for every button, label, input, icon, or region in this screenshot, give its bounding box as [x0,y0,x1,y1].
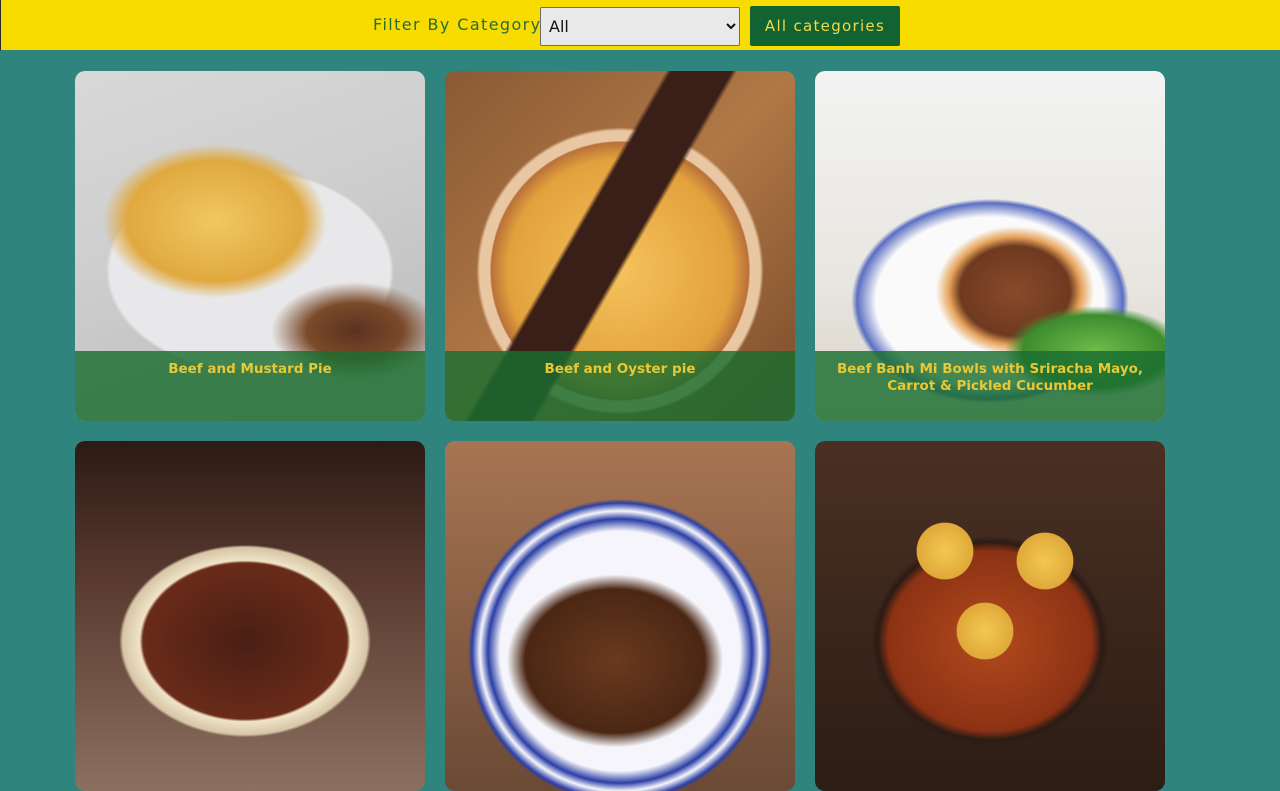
all-categories-button[interactable]: All categories [750,6,900,46]
meal-image [75,441,425,791]
meal-image [815,441,1165,791]
meal-card[interactable]: Beef Banh Mi Bowls with Sriracha Mayo, C… [815,71,1165,421]
meal-card[interactable] [815,441,1165,791]
meal-card[interactable] [75,441,425,791]
meal-title: Beef and Oyster pie [445,351,795,421]
meal-title: Beef Banh Mi Bowls with Sriracha Mayo, C… [815,351,1165,421]
meal-title: Beef and Mustard Pie [75,351,425,421]
meal-image [445,441,795,791]
meal-card[interactable]: Beef and Oyster pie [445,71,795,421]
category-select[interactable]: All [540,7,740,46]
meal-card[interactable]: Beef and Mustard Pie [75,71,425,421]
filter-label: Filter By Category [373,15,542,34]
filter-bar: Filter By Category All All categories [0,0,1280,51]
meal-card[interactable] [445,441,795,791]
